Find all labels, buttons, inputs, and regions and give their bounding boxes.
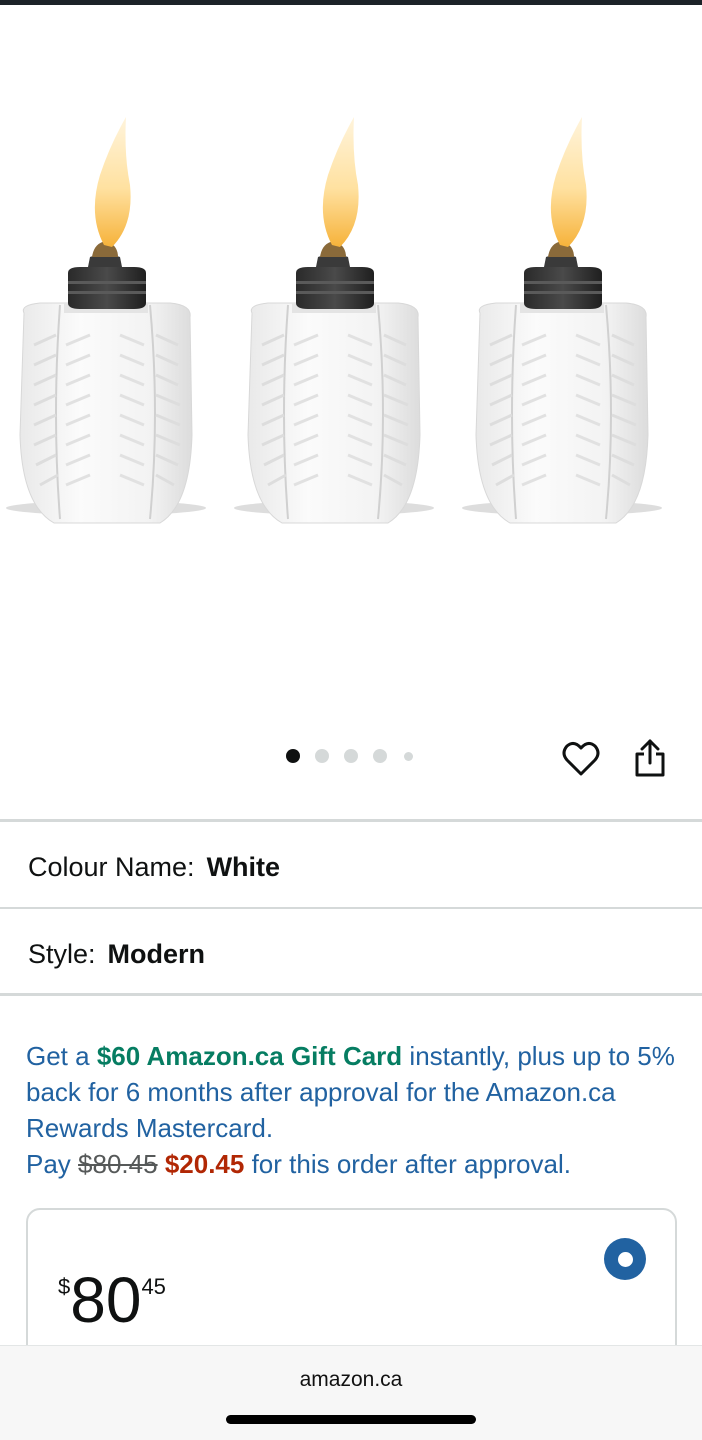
colour-label: Colour Name: — [28, 851, 195, 882]
add-to-wishlist-button[interactable] — [562, 741, 602, 781]
radio-selected-icon — [617, 1251, 633, 1267]
promo-original-price: $80.45 — [78, 1149, 158, 1179]
style-variant-row[interactable]: Style: Modern — [0, 911, 702, 997]
price-currency-symbol: $ — [58, 1274, 71, 1299]
pagination-dot[interactable] — [373, 749, 387, 763]
promo-gift-card: $60 Amazon.ca Gift Card — [96, 1041, 403, 1071]
colour-value: White — [206, 851, 281, 882]
style-label: Style: — [28, 938, 96, 969]
row-divider — [0, 907, 702, 909]
price-display: $ 80 45 — [58, 1266, 166, 1334]
price-whole: 80 — [70, 1264, 142, 1336]
promo-prefix: Get a — [26, 1041, 90, 1071]
promo-discounted-price: $20.45 — [164, 1149, 245, 1179]
promo-pay-suffix: for this order after approval. — [251, 1149, 571, 1179]
share-icon — [635, 739, 665, 777]
option-radio-button[interactable] — [604, 1238, 646, 1280]
pagination-dot[interactable] — [404, 752, 413, 761]
pagination-dot[interactable] — [344, 749, 358, 763]
promo-pay-prefix: Pay — [26, 1149, 71, 1179]
pagination-dot[interactable] — [315, 749, 329, 763]
browser-bottom-bar: amazon.ca — [0, 1345, 702, 1440]
address-bar-url[interactable]: amazon.ca — [0, 1368, 702, 1392]
product-image — [4, 115, 664, 525]
home-indicator[interactable] — [226, 1415, 476, 1424]
style-value: Modern — [107, 938, 206, 969]
share-button[interactable] — [634, 739, 676, 783]
heart-icon — [562, 741, 600, 776]
section-divider — [0, 819, 702, 822]
credit-card-promo[interactable]: Get a $60 Amazon.ca Gift Card instantly,… — [26, 1038, 686, 1182]
price-fraction: 45 — [141, 1274, 166, 1299]
section-divider — [0, 993, 702, 996]
colour-variant-row[interactable]: Colour Name: White — [0, 824, 702, 910]
product-image-gallery[interactable] — [0, 5, 702, 815]
pagination-dot-active[interactable] — [286, 749, 300, 763]
